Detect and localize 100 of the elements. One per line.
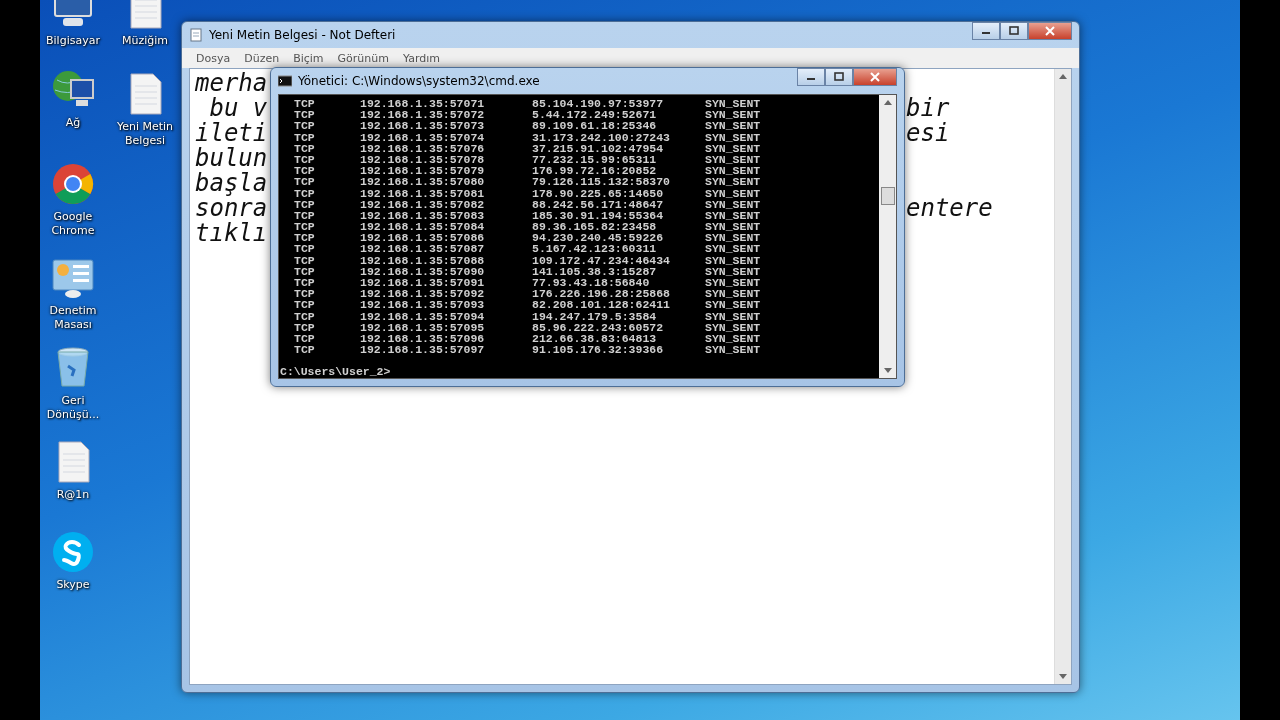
console-text: 37.215.91.102:47954 <box>532 142 665 154</box>
console-text: 192.168.1.35:57090 <box>360 265 486 277</box>
desktop-icon-label[interactable]: Denetim Masası <box>37 304 109 332</box>
console-text: 109.172.47.234:46434 <box>532 254 672 266</box>
console-text: 192.168.1.35:57084 <box>360 221 486 233</box>
desktop-icon-label[interactable]: Bilgisayar <box>46 34 100 48</box>
console-text: 141.105.38.3:15287 <box>532 265 658 277</box>
console-text: 178.90.225.65:14650 <box>532 187 665 199</box>
menu-item[interactable]: Düzen <box>237 51 287 65</box>
console-text: 192.168.1.35:57074 <box>360 131 486 143</box>
console-text: 85.96.222.243:60572 <box>532 321 665 333</box>
scroll-down-icon[interactable] <box>883 368 892 374</box>
console-text: 89.36.165.82:23458 <box>532 221 658 233</box>
console-text: 85.104.190.97:53977 <box>532 98 665 110</box>
minimize-button[interactable] <box>972 22 1000 40</box>
maximize-icon <box>1009 26 1019 36</box>
text-line: merha <box>195 71 268 96</box>
console-text: 77.232.15.99:65311 <box>532 153 658 166</box>
console-text: 5.167.42.123:60311 <box>532 243 658 255</box>
control-panel-icon <box>51 256 95 300</box>
console-text: 94.230.240.45:59226 <box>532 232 665 244</box>
console-text: SYN_SENT <box>705 165 762 177</box>
scroll-up-icon[interactable] <box>1059 73 1067 79</box>
console-text: 192.168.1.35:57081 <box>360 187 486 199</box>
desktop-icon-label[interactable]: Geri Dönüşü... <box>37 394 109 422</box>
console-text: SYN_SENT <box>705 131 762 143</box>
notepad-icon <box>189 28 203 42</box>
console-text: TCP <box>294 131 316 143</box>
console-text: SYN_SENT <box>705 310 762 322</box>
console-text: 192.168.1.35:57071 <box>360 98 486 110</box>
console-text: SYN_SENT <box>705 209 762 222</box>
console-text: TCP <box>294 321 316 333</box>
console-text: TCP <box>294 299 316 311</box>
skype-icon <box>51 530 95 574</box>
console-text: SYN_SENT <box>705 232 762 244</box>
console-text: TCP <box>294 120 316 132</box>
console-text: 192.168.1.35:57092 <box>360 288 486 300</box>
scrollbar[interactable] <box>1054 69 1071 684</box>
maximize-button[interactable] <box>1000 22 1028 40</box>
console-text: 192.168.1.35:57078 <box>360 153 486 166</box>
text-line: bir <box>906 96 950 121</box>
console-text: 82.208.101.128:62411 <box>532 299 672 311</box>
desktop-icon-label[interactable]: Skype <box>56 578 90 592</box>
console-text: 5.44.172.249:52671 <box>532 109 658 121</box>
menu-item[interactable]: Dosya <box>189 51 238 65</box>
console-text: SYN_SENT <box>705 277 762 289</box>
console-text: SYN_SENT <box>705 98 762 110</box>
console-text: SYN_SENT <box>705 299 762 311</box>
console-text: 192.168.1.35:57091 <box>360 277 486 289</box>
console-text: 194.247.179.5:3584 <box>532 310 658 322</box>
window-title: Yönetici: C:\Windows\system32\cmd.exe <box>298 74 541 88</box>
console-icon <box>278 74 292 88</box>
minimize-button[interactable] <box>797 68 825 86</box>
console-text: 192.168.1.35:57072 <box>360 109 486 121</box>
chrome-icon <box>51 162 95 206</box>
scrollbar[interactable] <box>879 95 896 378</box>
console-text: TCP <box>294 288 316 300</box>
console-text: 192.168.1.35:57083 <box>360 209 486 222</box>
menu-item[interactable]: Yardım <box>396 51 448 65</box>
console-text: TCP <box>294 98 316 110</box>
console-text: TCP <box>294 187 316 199</box>
desktop-icon-label[interactable]: Müziğim <box>121 34 168 48</box>
desktop-icon-label[interactable]: Ağ <box>65 116 81 130</box>
close-button[interactable] <box>1028 22 1072 40</box>
close-icon <box>1045 26 1055 36</box>
console-text: SYN_SENT <box>705 198 762 210</box>
console-text: 192.168.1.35:57079 <box>360 165 486 177</box>
text-line: bulun <box>195 146 268 171</box>
console-text: 31.173.242.100:27243 <box>532 131 672 143</box>
menu-item[interactable]: Görünüm <box>330 51 396 65</box>
scroll-thumb[interactable] <box>880 187 895 205</box>
console-text: SYN_SENT <box>705 120 762 132</box>
menu-item[interactable]: Biçim <box>286 51 331 65</box>
console-text: 192.168.1.35:57073 <box>360 120 486 132</box>
console-text: SYN_SENT <box>705 344 762 356</box>
maximize-icon <box>834 72 844 82</box>
text-line: ileti <box>195 121 268 146</box>
scroll-down-icon[interactable] <box>1059 674 1067 680</box>
console-text: TCP <box>294 209 316 222</box>
console-text: SYN_SENT <box>705 153 762 166</box>
console-text: 192.168.1.35:57080 <box>360 176 486 188</box>
scroll-up-icon[interactable] <box>883 99 892 105</box>
console-text: 192.168.1.35:57097 <box>360 344 486 356</box>
console-text: TCP <box>294 142 316 154</box>
text-line: sonra <box>195 196 268 221</box>
desktop-icon-label[interactable]: R@1n <box>56 488 90 502</box>
desktop-icon-label[interactable]: Google Chrome <box>37 210 109 238</box>
desktop-icon-label[interactable]: Yeni Metin Belgesi <box>109 120 181 148</box>
console-text: TCP <box>294 254 316 266</box>
console-text: TCP <box>294 243 316 255</box>
console-text: TCP <box>294 221 316 233</box>
console-text: 212.66.38.83:64813 <box>532 332 658 345</box>
console-text: 192.168.1.35:57087 <box>360 243 486 255</box>
close-button[interactable] <box>853 68 897 86</box>
text-line: entere <box>906 196 993 221</box>
console-text: 192.168.1.35:57094 <box>360 310 486 322</box>
close-icon <box>870 72 880 82</box>
console-text: SYN_SENT <box>705 142 762 154</box>
console-text: 77.93.43.18:56840 <box>532 277 651 289</box>
maximize-button[interactable] <box>825 68 853 86</box>
